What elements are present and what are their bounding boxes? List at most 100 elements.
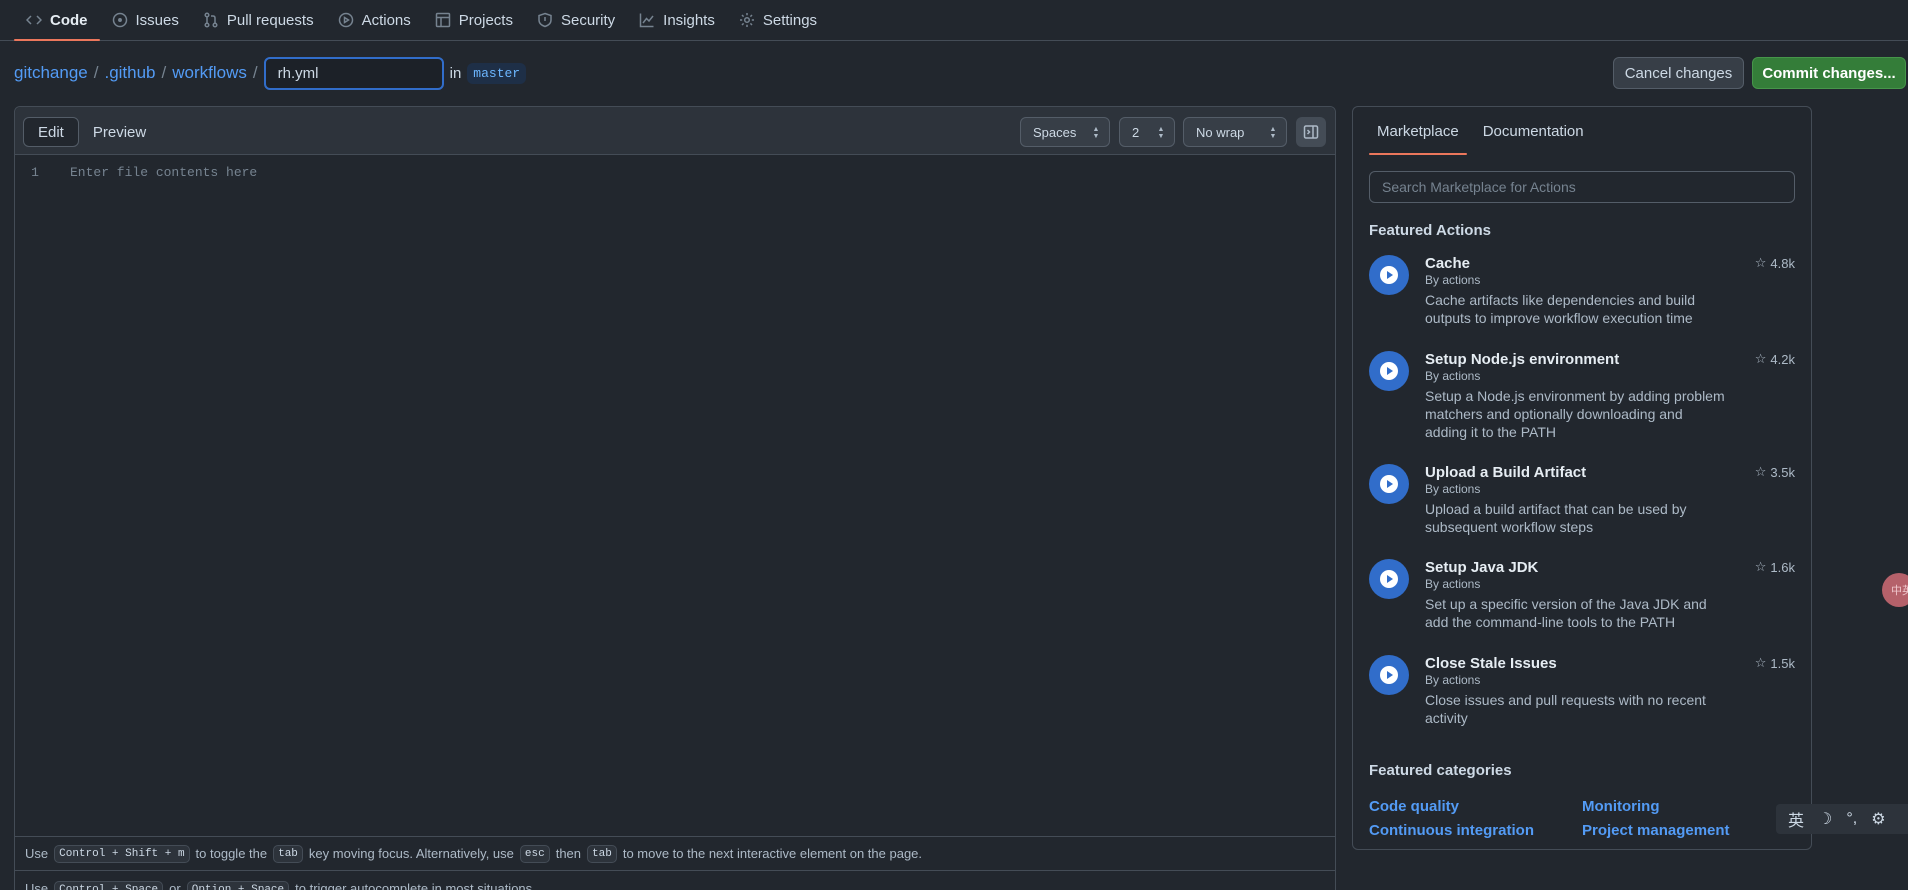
tab-issues[interactable]: Issues: [100, 0, 191, 40]
action-author: By actions: [1425, 482, 1481, 496]
hint-text: Use: [25, 881, 49, 890]
breadcrumb-repo-link[interactable]: gitchange: [14, 63, 88, 83]
preview-tab[interactable]: Preview: [79, 117, 160, 147]
indent-mode-select[interactable]: Spaces ▲ ▼: [1020, 117, 1110, 147]
action-item[interactable]: Setup Java JDK By actions Set up a speci…: [1369, 559, 1795, 639]
action-name[interactable]: Close Stale Issues: [1425, 655, 1725, 672]
toggle-sidepanel-button[interactable]: [1296, 117, 1326, 147]
tab-security-label: Security: [560, 11, 616, 29]
code-icon: [26, 15, 42, 25]
indent-size-value: 2: [1132, 124, 1140, 140]
action-description: Cache artifacts like dependencies and bu…: [1425, 292, 1696, 326]
action-author: By actions: [1425, 369, 1481, 383]
star-count: 1.6k: [1770, 559, 1795, 575]
hint-text: Use: [25, 846, 49, 861]
tab-pull-requests-label: Pull requests: [226, 11, 314, 29]
edit-preview-toggle: Edit Preview: [23, 117, 160, 147]
action-name[interactable]: Setup Java JDK: [1425, 559, 1725, 576]
action-stars: ☆ 4.2k: [1755, 351, 1795, 367]
action-author: By actions: [1425, 273, 1481, 287]
action-author: By actions: [1425, 673, 1481, 687]
gear-icon: [739, 13, 754, 27]
action-stars: ☆ 1.5k: [1755, 655, 1795, 671]
kbd-shortcut: Control + Space: [54, 881, 164, 890]
breadcrumb-separator: /: [252, 63, 258, 82]
tab-insights-label: Insights: [663, 11, 715, 29]
select-caret-icon: ▲ ▼: [1092, 126, 1100, 140]
code-line[interactable]: 1 Enter file contents here: [15, 165, 257, 180]
editor-placeholder: Enter file contents here: [70, 165, 258, 180]
hint-text: then: [555, 846, 582, 861]
category-link-monitoring[interactable]: Monitoring: [1582, 798, 1659, 815]
indent-mode-value: Spaces: [1033, 124, 1077, 140]
play-icon: [1369, 464, 1409, 504]
select-caret-icon: ▲ ▼: [1157, 126, 1165, 140]
play-icon: [338, 12, 353, 28]
filename-input[interactable]: [263, 56, 444, 90]
ime-floating-badge[interactable]: 中英: [1882, 573, 1908, 607]
action-name[interactable]: Cache: [1425, 255, 1725, 272]
star-icon: ☆: [1754, 255, 1767, 270]
category-link-project-management[interactable]: Project management: [1582, 822, 1730, 839]
star-icon: ☆: [1754, 655, 1767, 670]
hint-text: to toggle the: [195, 846, 268, 861]
tab-marketplace[interactable]: Marketplace: [1369, 107, 1467, 155]
cancel-changes-button[interactable]: Cancel changes: [1613, 57, 1744, 89]
action-item[interactable]: Upload a Build Artifact By actions Uploa…: [1369, 464, 1795, 544]
commit-changes-button[interactable]: Commit changes...: [1752, 57, 1906, 89]
action-item[interactable]: Cache By actions Cache artifacts like de…: [1369, 255, 1795, 335]
tab-pull-requests[interactable]: Pull requests: [191, 0, 326, 40]
sidebar-collapse-icon: [1303, 125, 1319, 139]
action-name[interactable]: Setup Node.js environment: [1425, 351, 1725, 368]
tab-actions-label: Actions: [361, 11, 411, 29]
action-item[interactable]: Close Stale Issues By actions Close issu…: [1369, 655, 1795, 735]
issue-icon: [112, 12, 127, 28]
gear-icon[interactable]: ⚙: [1871, 809, 1885, 829]
tab-insights[interactable]: Insights: [627, 0, 727, 40]
action-name[interactable]: Upload a Build Artifact: [1425, 464, 1725, 481]
tab-actions[interactable]: Actions: [326, 0, 423, 40]
action-stars: ☆ 3.5k: [1755, 464, 1795, 480]
action-description: Set up a specific version of the Java JD…: [1425, 596, 1707, 630]
hint-text: key moving focus. Alternatively, use: [308, 846, 514, 861]
marketplace-search-input[interactable]: [1369, 171, 1795, 203]
action-item[interactable]: Setup Node.js environment By actions Set…: [1369, 351, 1795, 441]
tab-settings[interactable]: Settings: [727, 0, 829, 40]
moon-icon[interactable]: ☽: [1818, 809, 1832, 829]
branch-badge: master: [467, 62, 527, 84]
tab-code[interactable]: Code: [14, 0, 100, 41]
play-icon: [1369, 559, 1409, 599]
kbd-shortcut: Option + Space: [186, 881, 290, 890]
marketplace-panel: Marketplace Documentation Featured Actio…: [1352, 106, 1812, 850]
kbd-shortcut: esc: [519, 844, 550, 863]
edit-tab[interactable]: Edit: [23, 117, 79, 147]
tab-security[interactable]: Security: [525, 0, 627, 40]
breadcrumb: gitchange / .github / workflows / in mas…: [14, 56, 527, 90]
category-link-continuous-integration[interactable]: Continuous integration: [1369, 822, 1534, 839]
action-stars: ☆ 4.8k: [1755, 255, 1795, 271]
wrap-mode-value: No wrap: [1196, 124, 1245, 140]
tab-documentation[interactable]: Documentation: [1475, 107, 1592, 155]
indent-size-select[interactable]: 2 ▲ ▼: [1119, 117, 1175, 147]
side-tabs: Marketplace Documentation: [1369, 107, 1600, 155]
star-count: 4.2k: [1770, 351, 1795, 367]
hint-text: or: [169, 881, 181, 890]
table-icon: [435, 12, 451, 28]
breadcrumb-workflows-folder-link[interactable]: workflows: [172, 63, 247, 83]
tab-projects[interactable]: Projects: [423, 0, 525, 40]
breadcrumb-separator: /: [93, 63, 99, 82]
action-stars: ☆ 1.6k: [1755, 559, 1795, 575]
shield-icon: [538, 12, 552, 28]
file-editor: Edit Preview Spaces ▲ ▼ 2 ▲ ▼ No wrap ▲ ▼ 1…: [14, 106, 1336, 890]
star-count: 1.5k: [1770, 655, 1795, 671]
breadcrumb-github-folder-link[interactable]: .github: [104, 63, 155, 83]
wrap-mode-select[interactable]: No wrap ▲ ▼: [1183, 117, 1287, 147]
keyboard-hint: Use Control + Shift + m to toggle the ta…: [15, 836, 1335, 870]
category-link-code-quality[interactable]: Code quality: [1369, 798, 1459, 815]
star-icon: ☆: [1754, 351, 1767, 366]
editor-toolbar: Edit Preview Spaces ▲ ▼ 2 ▲ ▼ No wrap ▲ ▼: [15, 107, 1335, 155]
select-caret-icon: ▲ ▼: [1269, 126, 1277, 140]
punctuation-toggle[interactable]: °,: [1846, 810, 1857, 828]
kbd-shortcut: Control + Shift + m: [54, 844, 190, 863]
ime-language-toggle[interactable]: 英: [1788, 807, 1804, 831]
